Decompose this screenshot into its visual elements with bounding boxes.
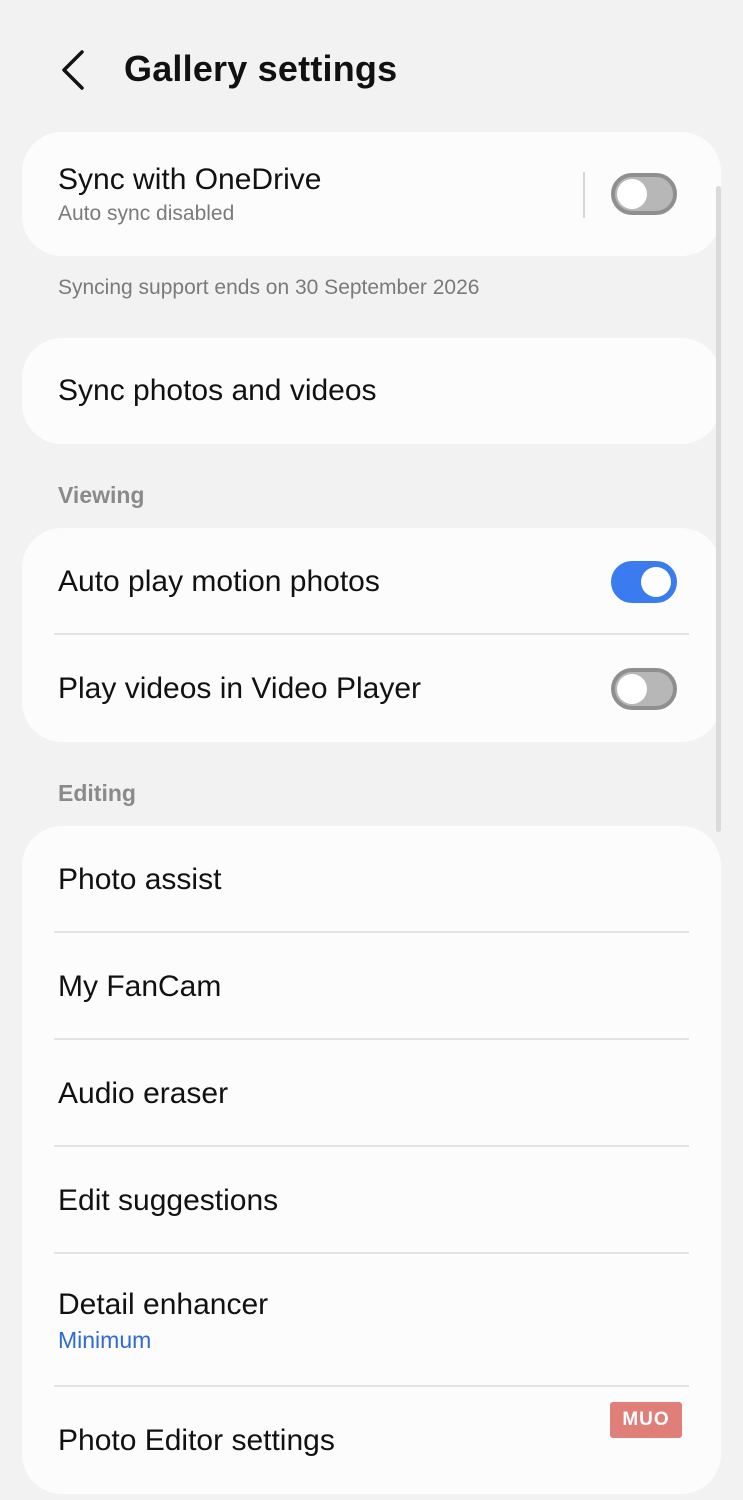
toggle-knob — [617, 179, 647, 209]
auto-play-motion-row[interactable]: Auto play motion photos — [22, 528, 721, 635]
play-videos-toggle[interactable] — [611, 667, 677, 710]
sync-onedrive-row[interactable]: Sync with OneDrive Auto sync disabled — [22, 132, 721, 256]
audio-eraser-title: Audio eraser — [58, 1076, 229, 1110]
sync-onedrive-card[interactable]: Sync with OneDrive Auto sync disabled — [22, 132, 721, 256]
my-fancam-title: My FanCam — [58, 969, 222, 1003]
sync-media-title: Sync photos and videos — [58, 374, 377, 407]
sync-footnote: Syncing support ends on 30 September 202… — [58, 276, 480, 299]
viewing-section-label: Viewing — [58, 482, 145, 508]
detail-enhancer-row[interactable]: Detail enhancer Minimum — [22, 1254, 721, 1387]
muo-watermark-logo: MUO — [610, 1402, 682, 1438]
scrollbar[interactable] — [716, 186, 721, 832]
back-button[interactable] — [48, 44, 98, 100]
photo-assist-title: Photo assist — [58, 862, 222, 896]
auto-play-motion-toggle[interactable] — [611, 560, 677, 603]
edit-suggestions-row[interactable]: Edit suggestions — [22, 1147, 721, 1254]
detail-enhancer-title: Detail enhancer — [58, 1288, 269, 1321]
photo-assist-row[interactable]: Photo assist — [22, 826, 721, 933]
sync-media-row[interactable]: Sync photos and videos — [22, 338, 721, 444]
chevron-left-icon — [58, 48, 88, 97]
toggle-knob — [641, 566, 671, 597]
header: Gallery settings — [0, 30, 743, 114]
sync-media-card[interactable]: Sync photos and videos — [22, 338, 721, 444]
editing-card: Photo assist My FanCam Audio eraser Edit… — [22, 826, 721, 1494]
detail-enhancer-value: Minimum — [58, 1327, 152, 1353]
vertical-divider — [583, 172, 585, 218]
edit-suggestions-title: Edit suggestions — [58, 1183, 279, 1217]
sync-onedrive-toggle[interactable] — [611, 173, 677, 215]
editing-section-label: Editing — [58, 780, 136, 806]
gallery-settings-screen: Gallery settings Sync with OneDrive Auto… — [0, 0, 743, 1500]
audio-eraser-row[interactable]: Audio eraser — [22, 1040, 721, 1147]
viewing-card: Auto play motion photos Play videos in V… — [22, 528, 721, 742]
my-fancam-row[interactable]: My FanCam — [22, 933, 721, 1040]
play-videos-row[interactable]: Play videos in Video Player — [22, 635, 721, 742]
page-title: Gallery settings — [124, 48, 398, 89]
toggle-knob — [617, 673, 647, 704]
